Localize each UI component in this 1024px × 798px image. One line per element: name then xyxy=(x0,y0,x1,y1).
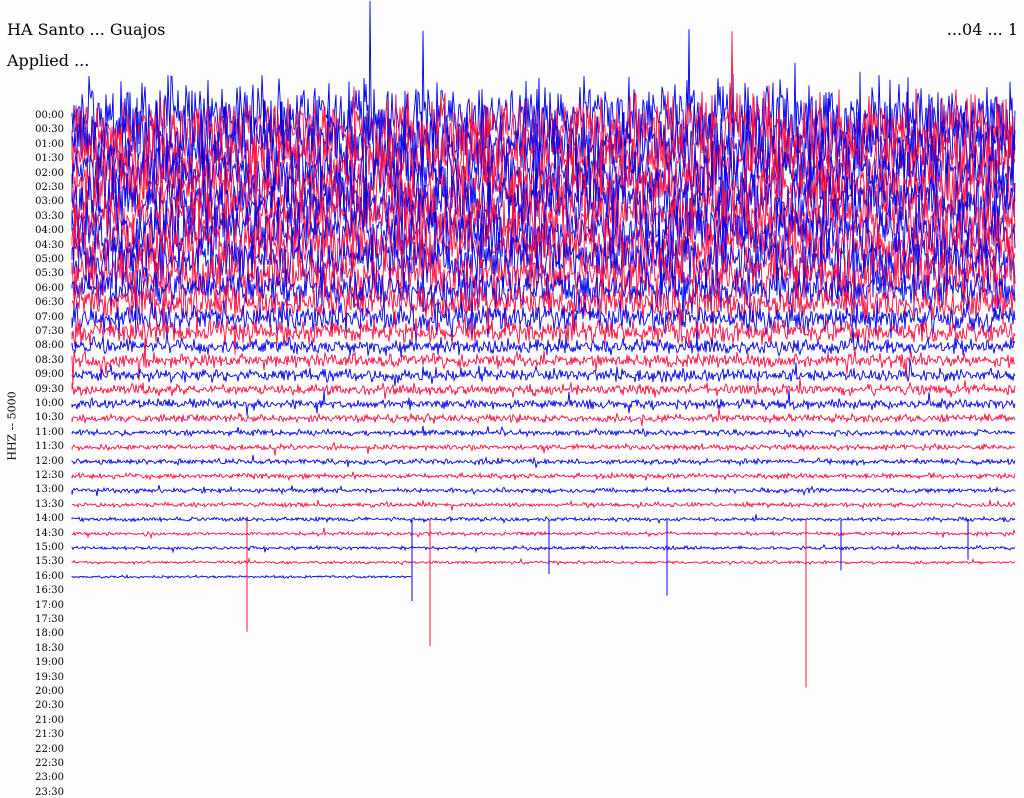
time-tick-label: 18:30 xyxy=(35,642,64,654)
time-tick-label: 06:30 xyxy=(35,297,64,309)
time-tick-label: 20:30 xyxy=(35,700,64,712)
time-tick-label: 03:00 xyxy=(35,196,64,208)
time-tick-label: 23:00 xyxy=(35,772,64,784)
time-tick-label: 04:00 xyxy=(35,225,64,237)
time-tick-label: 22:30 xyxy=(35,758,64,769)
time-tick-label: 12:30 xyxy=(35,470,64,481)
time-tick-label: 15:00 xyxy=(35,542,64,553)
time-tick-label: 03:30 xyxy=(35,210,64,222)
time-tick-label: 08:00 xyxy=(35,340,64,352)
channel-label: HHZ -- 5000 xyxy=(5,391,19,461)
time-tick-label: 23:30 xyxy=(35,786,64,798)
trace-line-1530 xyxy=(71,557,1016,566)
time-tick-label: 07:30 xyxy=(35,326,64,337)
time-tick-label: 14:00 xyxy=(35,513,64,525)
trace-line-1300 xyxy=(71,484,1016,497)
time-tick-label: 08:30 xyxy=(35,354,64,366)
trace-line-1030 xyxy=(71,408,1016,426)
trace-line-1500 xyxy=(71,543,1016,554)
time-tick-label: 04:30 xyxy=(35,239,64,251)
time-tick-label: 01:00 xyxy=(35,138,64,150)
trace-line-1230 xyxy=(71,471,1016,482)
seismogram-plot xyxy=(71,0,1016,688)
time-tick-label: 00:00 xyxy=(35,110,64,121)
time-tick-label: 22:00 xyxy=(35,743,64,755)
trace-line-1200 xyxy=(71,455,1016,468)
time-tick-label: 17:00 xyxy=(35,599,64,611)
time-tick-label: 19:00 xyxy=(35,657,64,669)
time-tick-label: 13:00 xyxy=(35,484,64,496)
time-tick-label: 00:30 xyxy=(35,124,64,136)
time-tick-label: 05:00 xyxy=(35,254,64,265)
time-tick-label: 07:00 xyxy=(35,311,64,323)
time-tick-label: 09:00 xyxy=(35,369,64,381)
time-tick-label: 20:00 xyxy=(35,686,64,697)
time-tick-label: 17:30 xyxy=(35,614,64,625)
time-tick-label: 02:00 xyxy=(35,167,64,179)
time-tick-label: 01:30 xyxy=(35,153,64,165)
time-tick-label: 02:30 xyxy=(35,182,64,193)
time-tick-label: 16:30 xyxy=(35,585,64,597)
trace-line-1600 xyxy=(71,573,412,580)
time-tick-label: 15:30 xyxy=(35,556,64,568)
time-tick-label: 06:00 xyxy=(35,282,64,294)
time-tick-label: 21:30 xyxy=(35,729,64,741)
time-tick-label: 13:30 xyxy=(35,498,64,510)
time-tick-label: 14:30 xyxy=(35,527,64,539)
time-tick-label: 18:00 xyxy=(35,628,64,640)
trace-line-1330 xyxy=(71,499,1016,511)
trace-line-1400 xyxy=(71,514,1016,525)
time-tick-label: 05:30 xyxy=(35,268,64,280)
trace-line-1100 xyxy=(71,425,1016,439)
trace-line-0930 xyxy=(71,378,1016,400)
trace-line-1430 xyxy=(71,527,1016,540)
time-tick-label: 21:00 xyxy=(35,714,64,726)
time-tick-label: 16:00 xyxy=(35,570,64,582)
trace-line-1130 xyxy=(71,441,1016,456)
time-tick-label: 19:30 xyxy=(35,671,64,683)
